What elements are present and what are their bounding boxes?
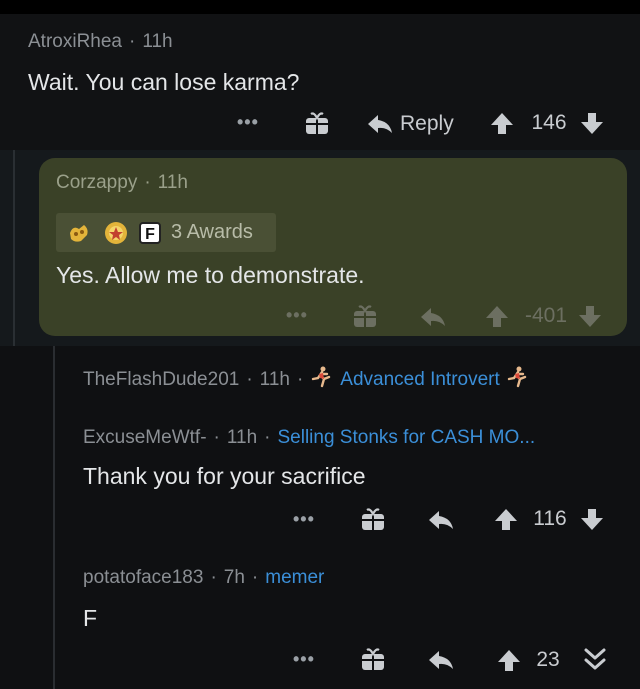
reply-arrow-icon[interactable]	[420, 306, 446, 328]
vote-controls: 116	[494, 507, 604, 531]
award-icon: F	[138, 221, 162, 245]
upvote-icon[interactable]	[490, 111, 514, 135]
comment-meta: Corzappy · 11h	[56, 172, 188, 193]
comment-body: Wait. You can lose karma?	[28, 69, 300, 95]
comment-meta: potatoface183 · 7h · memer	[83, 567, 325, 588]
user-flair: Selling Stonks for CASH MO...	[277, 427, 536, 448]
more-options-button[interactable]: •••	[293, 649, 315, 670]
user-flair: memer	[265, 567, 325, 588]
username[interactable]: TheFlashDude201	[83, 369, 239, 390]
award-icon	[104, 221, 128, 245]
timestamp: 11h	[157, 172, 188, 193]
vote-controls: 146	[490, 111, 604, 135]
score: 116	[533, 507, 567, 530]
awards-label: 3 Awards	[171, 221, 253, 243]
thread-line	[53, 346, 55, 689]
username[interactable]: potatoface183	[83, 567, 203, 588]
score: 23	[536, 648, 560, 671]
user-flair: Advanced Introvert	[340, 369, 500, 390]
username[interactable]: ExcuseMeWtf-	[83, 427, 207, 448]
vote-controls: 23	[497, 647, 607, 673]
gift-icon[interactable]	[304, 110, 330, 136]
more-options-button[interactable]: •••	[286, 305, 308, 326]
gift-icon[interactable]	[360, 506, 386, 532]
gift-icon[interactable]	[360, 646, 386, 672]
collapse-chevron-icon[interactable]	[583, 647, 607, 673]
more-options-button[interactable]: •••	[293, 509, 315, 530]
downvote-icon[interactable]	[580, 507, 604, 531]
reply-button[interactable]: Reply	[367, 112, 454, 136]
svg-text:F: F	[145, 226, 155, 243]
comment-meta-collapsed[interactable]: TheFlashDude201 · 11h · Advanced Introvert	[83, 366, 528, 394]
comment-body: F	[83, 605, 98, 631]
downvote-icon[interactable]	[578, 304, 602, 328]
comment-meta: ExcuseMeWtf- · 11h · Selling Stonks for CASH…	[83, 427, 536, 448]
upvote-icon[interactable]	[485, 304, 509, 328]
reply-arrow-icon[interactable]	[428, 509, 454, 531]
runner-emoji-icon	[506, 366, 528, 394]
award-icon	[67, 221, 91, 245]
timestamp: 11h	[226, 427, 258, 448]
comment-meta: AtroxiRhea · 11h	[28, 31, 173, 52]
runner-emoji-icon	[310, 366, 332, 394]
thread-line	[13, 150, 15, 346]
username[interactable]: AtroxiRhea	[28, 31, 122, 52]
score: -401	[524, 304, 568, 327]
timestamp: 11h	[259, 369, 290, 390]
comment-body: Yes. Allow me to demonstrate.	[56, 262, 365, 288]
more-options-button[interactable]: •••	[237, 112, 259, 133]
comment-body: Thank you for your sacrifice	[83, 463, 366, 489]
downvote-icon[interactable]	[580, 111, 604, 135]
upvote-icon[interactable]	[494, 507, 518, 531]
reply-arrow-icon[interactable]	[428, 649, 454, 671]
score: 146	[531, 111, 567, 134]
awards-badge[interactable]: F 3 Awards	[56, 213, 276, 252]
vote-controls: -401	[485, 304, 602, 328]
reply-arrow-icon	[367, 113, 393, 135]
timestamp: 11h	[142, 31, 173, 52]
upvote-icon[interactable]	[497, 648, 521, 672]
gift-icon[interactable]	[352, 303, 378, 329]
username[interactable]: Corzappy	[56, 172, 137, 193]
status-bar	[0, 0, 640, 14]
reply-label: Reply	[400, 112, 454, 135]
timestamp: 7h	[223, 567, 245, 588]
